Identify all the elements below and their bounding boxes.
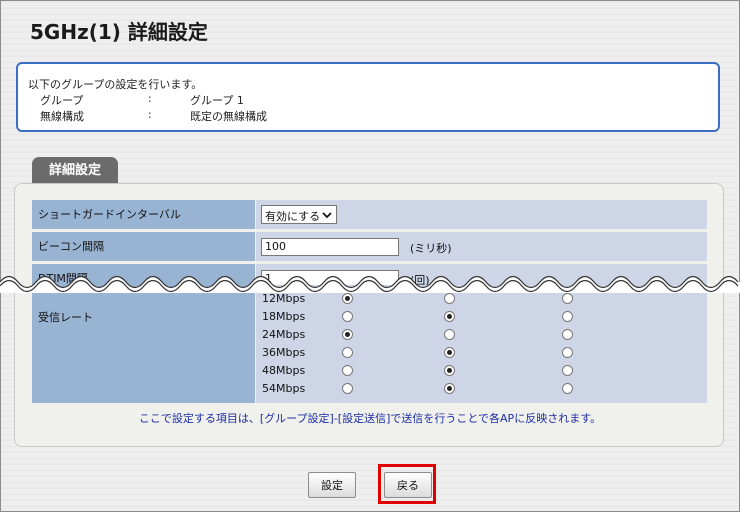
rate-radio[interactable] [562,365,573,376]
rate-radio[interactable] [562,383,573,394]
info-key: 無線構成 [40,110,84,123]
short-guard-select[interactable]: 有効にする [261,205,337,224]
rate-radio[interactable] [444,383,455,394]
wave-break [0,275,740,293]
rate-radio[interactable] [562,311,573,322]
rate-radio[interactable] [562,347,573,358]
beacon-input[interactable]: 100 [261,238,399,256]
info-value: グループ 1 [190,94,244,107]
info-key: グループ [40,94,84,107]
rate-label: 48Mbps [262,364,306,377]
beacon-label: ビーコン間隔 [32,232,255,261]
set-button[interactable]: 設定 [308,472,356,498]
rate-radio[interactable] [562,329,573,340]
info-colon: : [148,108,152,121]
rate-label: 54Mbps [262,382,306,395]
rate-row: 24Mbps [256,326,707,344]
rate-radio[interactable] [444,329,455,340]
beacon-unit: (ミリ秒) [410,242,452,255]
rate-row: 36Mbps [256,344,707,362]
info-intro: 以下のグループの設定を行います。 [28,78,203,91]
info-box: 以下のグループの設定を行います。 グループ : グループ 1 無線構成 : 既定… [16,62,720,132]
rate-radio[interactable] [342,347,353,358]
chevron-down-icon [322,212,332,219]
rate-radio[interactable] [444,311,455,322]
rate-radio[interactable] [342,365,353,376]
rate-radio[interactable] [444,347,455,358]
rate-radio[interactable] [342,329,353,340]
rate-radio[interactable] [562,293,573,304]
back-button-highlight [378,464,436,504]
short-guard-cell: 有効にする [256,200,707,229]
rate-radio[interactable] [444,293,455,304]
rate-label: 18Mbps [262,310,306,323]
info-value: 既定の無線構成 [190,110,267,123]
receive-rate-label: 受信レート [32,285,255,403]
rate-radio[interactable] [342,311,353,322]
rate-row: 54Mbps [256,380,707,398]
rate-row: 48Mbps [256,362,707,380]
page-title: 5GHz(1) 詳細設定 [30,20,208,44]
rate-radio[interactable] [342,293,353,304]
beacon-cell: 100 (ミリ秒) [256,232,707,261]
tab-advanced-settings[interactable]: 詳細設定 [32,157,118,183]
rate-radio[interactable] [444,365,455,376]
short-guard-select-value: 有効にする [265,210,321,223]
note-text: ここで設定する項目は、[グループ設定]-[設定送信]で送信を行うことで各APに反… [138,412,602,425]
receive-rate-cell: 12Mbps 18Mbps 24Mbps 36Mbps 48Mbps 54Mbps [256,285,707,403]
rate-radio[interactable] [342,383,353,394]
rate-row: 18Mbps [256,308,707,326]
rate-label: 12Mbps [262,292,306,305]
short-guard-label: ショートガードインターバル [32,200,255,229]
rate-label: 36Mbps [262,346,306,359]
rate-label: 24Mbps [262,328,306,341]
info-colon: : [148,92,152,105]
